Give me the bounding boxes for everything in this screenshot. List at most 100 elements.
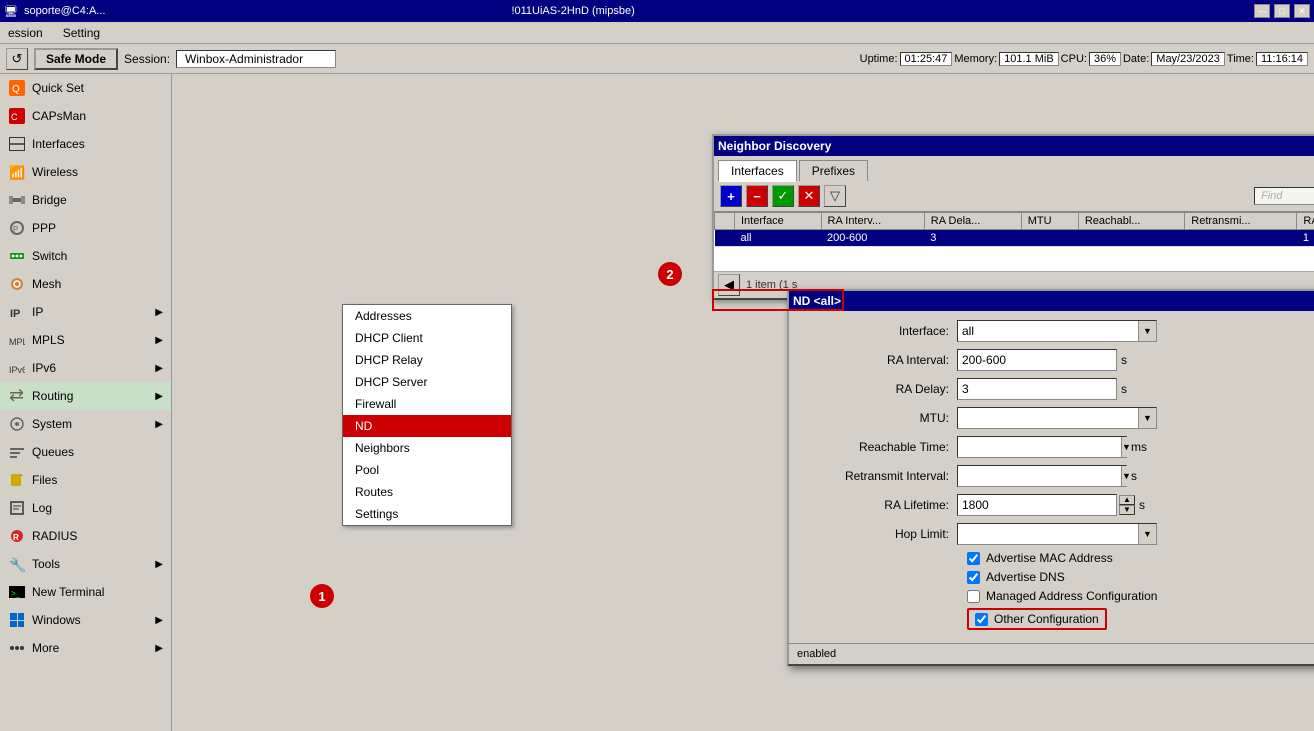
disable-button[interactable]: ✕ xyxy=(798,185,820,207)
other-config-checkbox[interactable] xyxy=(975,613,988,626)
filter-button[interactable]: ▽ xyxy=(824,185,846,207)
sidebar-item-quickset[interactable]: Q Quick Set xyxy=(0,74,171,102)
sidebar-item-system[interactable]: System ▶ xyxy=(0,410,171,438)
ra-lifetime-down[interactable]: ▼ xyxy=(1119,505,1135,515)
sidebar-item-mesh[interactable]: Mesh xyxy=(0,270,171,298)
menu-item-firewall[interactable]: Firewall xyxy=(343,393,511,415)
retransmit-input[interactable] xyxy=(958,468,1121,484)
menu-item-dhcp-client[interactable]: DHCP Client xyxy=(343,327,511,349)
cpu-label: CPU: xyxy=(1061,53,1087,65)
sidebar-item-ipv6[interactable]: IPv6 IPv6 ▶ xyxy=(0,354,171,382)
interface-select[interactable]: ▼ xyxy=(957,320,1157,342)
menu-item-dhcp-relay[interactable]: DHCP Relay xyxy=(343,349,511,371)
safe-mode-button[interactable]: Safe Mode xyxy=(34,48,118,70)
mtu-dropdown-arrow[interactable]: ▼ xyxy=(1138,408,1156,428)
reachable-select[interactable]: ▼ xyxy=(957,436,1127,458)
interface-input[interactable] xyxy=(958,323,1138,339)
find-input[interactable]: Find xyxy=(1254,187,1314,205)
sidebar: Q Quick Set C CAPsMan Interfaces 📶 Wirel… xyxy=(0,74,172,731)
mesh-icon xyxy=(8,275,26,293)
svg-text:IPv6: IPv6 xyxy=(9,365,25,375)
refresh-button[interactable]: ↺ xyxy=(6,48,28,70)
wireless-icon: 📶 xyxy=(8,163,26,181)
col-ra-interval: RA Interv... xyxy=(821,213,924,230)
sidebar-item-more[interactable]: More ▶ xyxy=(0,634,171,662)
ra-interval-input[interactable] xyxy=(957,349,1117,371)
menu-item-dhcp-server[interactable]: DHCP Server xyxy=(343,371,511,393)
minimize-button[interactable]: — xyxy=(1254,4,1270,18)
sidebar-item-files[interactable]: Files xyxy=(0,466,171,494)
menu-session[interactable]: ession xyxy=(4,25,47,41)
menu-item-routes[interactable]: Routes xyxy=(343,481,511,503)
menu-item-addresses[interactable]: Addresses xyxy=(343,305,511,327)
managed-addr-checkbox[interactable] xyxy=(967,590,980,603)
ipv6-arrow: ▶ xyxy=(155,363,163,374)
sidebar-item-new-terminal[interactable]: >_ New Terminal xyxy=(0,578,171,606)
retransmit-label: Retransmit Interval: xyxy=(797,469,957,483)
enable-button[interactable]: ✓ xyxy=(772,185,794,207)
sidebar-item-routing[interactable]: ⇄ Routing ▶ xyxy=(0,382,171,410)
interface-label: Interface: xyxy=(797,324,957,338)
menu-item-settings[interactable]: Settings xyxy=(343,503,511,525)
sidebar-item-log[interactable]: Log xyxy=(0,494,171,522)
sidebar-item-ppp[interactable]: P PPP xyxy=(0,214,171,242)
table-row[interactable]: all 200-600 3 1 xyxy=(715,230,1314,247)
menu-item-pool[interactable]: Pool xyxy=(343,459,511,481)
dialog-footer: enabled default xyxy=(789,643,1314,664)
maximize-button[interactable]: □ xyxy=(1274,4,1290,18)
menu-item-neighbors[interactable]: Neighbors xyxy=(343,437,511,459)
retransmit-dropdown-arrow[interactable]: ▼ xyxy=(1121,466,1131,486)
close-button[interactable]: ✕ xyxy=(1294,4,1310,18)
svg-text:>_: >_ xyxy=(11,589,21,598)
ra-lifetime-up[interactable]: ▲ xyxy=(1119,495,1135,505)
other-config-highlight: Other Configuration xyxy=(967,608,1107,630)
svg-text:🔧: 🔧 xyxy=(9,556,25,572)
menu-item-nd[interactable]: ND xyxy=(343,415,511,437)
ra-delay-input[interactable] xyxy=(957,378,1117,400)
sidebar-item-ip[interactable]: IP IP ▶ xyxy=(0,298,171,326)
sidebar-item-queues[interactable]: Queues xyxy=(0,438,171,466)
hop-limit-input[interactable] xyxy=(958,526,1138,542)
col-ra-delay: RA Dela... xyxy=(924,213,1021,230)
sidebar-item-capsman[interactable]: C CAPsMan xyxy=(0,102,171,130)
mtu-select[interactable]: ▼ xyxy=(957,407,1157,429)
sidebar-item-mpls[interactable]: MPLS MPLS ▶ xyxy=(0,326,171,354)
form-row-reachable: Reachable Time: ▼ ms xyxy=(797,435,1314,459)
sidebar-item-wireless[interactable]: 📶 Wireless xyxy=(0,158,171,186)
sidebar-item-tools[interactable]: 🔧 Tools ▶ xyxy=(0,550,171,578)
sidebar-item-switch[interactable]: Switch xyxy=(0,242,171,270)
session-value: Winbox-Administrador xyxy=(176,50,336,68)
menu-setting[interactable]: Setting xyxy=(59,25,104,41)
interface-dropdown-arrow[interactable]: ▼ xyxy=(1138,321,1156,341)
svg-text:MPLS: MPLS xyxy=(9,337,25,347)
ra-interval-suffix: s xyxy=(1121,353,1127,367)
retransmit-select[interactable]: ▼ xyxy=(957,465,1127,487)
cell-ra-delay: 3 xyxy=(924,230,1021,247)
svg-text:📶: 📶 xyxy=(9,165,25,180)
cell-interface: all xyxy=(735,230,822,247)
col-ra-lifetime: RA Li ▼ xyxy=(1297,213,1314,230)
col-interface: Interface xyxy=(735,213,822,230)
sidebar-item-radius[interactable]: R RADIUS xyxy=(0,522,171,550)
tab-interfaces[interactable]: Interfaces xyxy=(718,160,797,182)
sidebar-item-windows[interactable]: Windows ▶ xyxy=(0,606,171,634)
footer-enabled: enabled xyxy=(797,648,836,660)
advertise-mac-checkbox[interactable] xyxy=(967,552,980,565)
ra-lifetime-input[interactable] xyxy=(957,494,1117,516)
nd-tabs: Interfaces Prefixes xyxy=(714,156,1314,181)
routing-icon: ⇄ xyxy=(8,387,26,405)
sidebar-item-bridge[interactable]: Bridge xyxy=(0,186,171,214)
scroll-left-btn[interactable]: ◀ xyxy=(718,274,740,296)
advertise-dns-checkbox[interactable] xyxy=(967,571,980,584)
remove-button[interactable]: − xyxy=(746,185,768,207)
reachable-dropdown-arrow[interactable]: ▼ xyxy=(1121,437,1131,457)
hop-limit-dropdown-arrow[interactable]: ▼ xyxy=(1138,524,1156,544)
add-button[interactable]: + xyxy=(720,185,742,207)
memory-label: Memory: xyxy=(954,53,997,65)
reachable-input[interactable] xyxy=(958,439,1121,455)
sidebar-item-interfaces[interactable]: Interfaces xyxy=(0,130,171,158)
tab-prefixes[interactable]: Prefixes xyxy=(799,160,868,181)
cell-ra-lifetime: 1 xyxy=(1297,230,1314,247)
hop-limit-select[interactable]: ▼ xyxy=(957,523,1157,545)
mtu-input[interactable] xyxy=(958,410,1138,426)
